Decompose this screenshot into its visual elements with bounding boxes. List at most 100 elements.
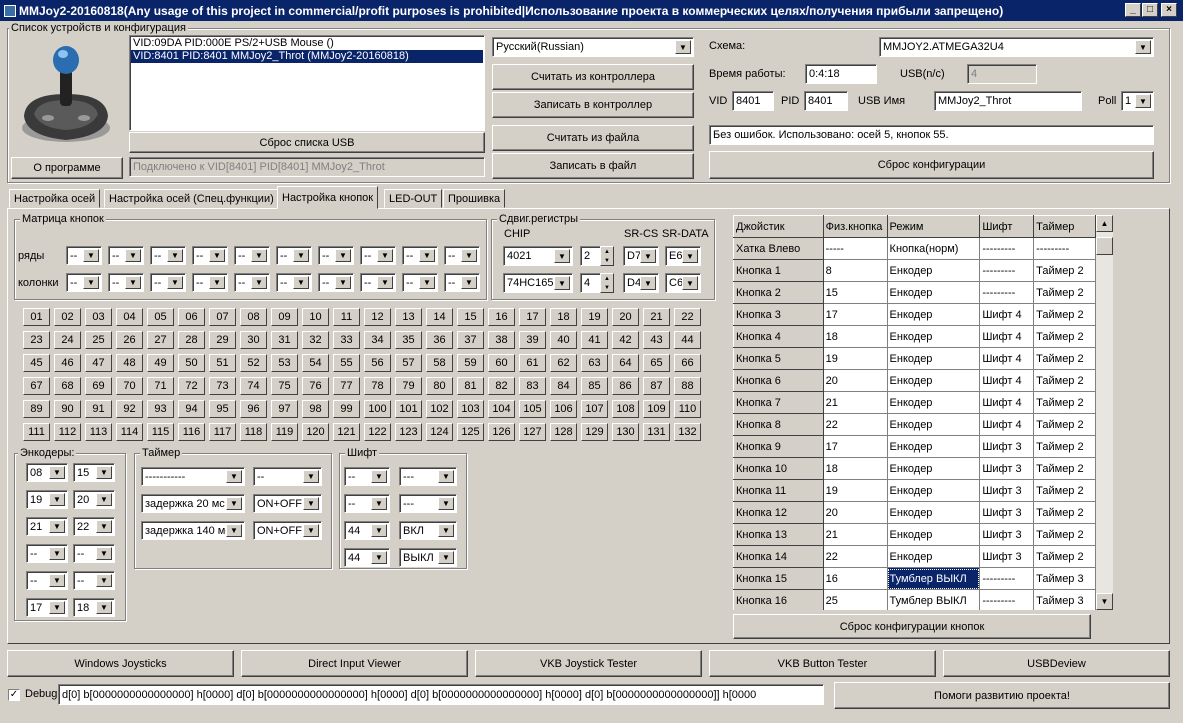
chevron-down-icon[interactable]: ▼ (554, 276, 570, 290)
table-row[interactable]: Кнопка 3 17 Енкодер Шифт 4 Таймер 2 (733, 303, 1096, 326)
table-cell[interactable]: 16 (823, 567, 888, 590)
button-83[interactable]: 83 (519, 377, 546, 395)
table-cell[interactable]: ----- (823, 237, 888, 260)
table-cell[interactable]: --------- (979, 567, 1035, 590)
chevron-down-icon[interactable]: ▼ (293, 276, 309, 289)
button-81[interactable]: 81 (457, 377, 484, 395)
table-cell[interactable]: --------- (979, 589, 1035, 610)
shift-mode-select[interactable]: ВЫКЛ ▼ (399, 548, 457, 567)
table-cell[interactable]: Енкодер (887, 259, 981, 282)
device-list[interactable]: VID:09DA PID:000E PS/2+USB Mouse () VID:… (129, 35, 485, 131)
button-42[interactable]: 42 (612, 331, 639, 349)
button-74[interactable]: 74 (240, 377, 267, 395)
button-05[interactable]: 05 (147, 308, 174, 326)
button-97[interactable]: 97 (271, 400, 298, 418)
button-56[interactable]: 56 (364, 354, 391, 372)
table-cell[interactable]: 20 (823, 369, 888, 392)
table-cell[interactable]: 19 (823, 347, 888, 370)
button-13[interactable]: 13 (395, 308, 422, 326)
button-02[interactable]: 02 (54, 308, 81, 326)
table-cell[interactable]: 17 (823, 435, 888, 458)
table-cell[interactable]: --------- (979, 281, 1035, 304)
button-68[interactable]: 68 (54, 377, 81, 395)
table-row[interactable]: Хатка Влево ----- Кнопка(норм) --------- ---… (733, 237, 1096, 260)
table-cell[interactable]: --------- (979, 259, 1035, 282)
button-22[interactable]: 22 (674, 308, 701, 326)
chevron-down-icon[interactable]: ▼ (83, 276, 99, 289)
button-122[interactable]: 122 (364, 423, 391, 441)
table-cell[interactable]: 21 (823, 391, 888, 414)
matrix-row-select[interactable]: -- ▼ (66, 246, 102, 265)
timer-mode-select[interactable]: ON+OFF ▼ (253, 521, 322, 540)
button-48[interactable]: 48 (116, 354, 143, 372)
scroll-down-icon[interactable]: ▼ (1096, 593, 1113, 610)
chevron-down-icon[interactable]: ▼ (96, 520, 112, 533)
timer-delay-select[interactable]: задержка 20 мс ▼ (141, 494, 245, 513)
matrix-row-select[interactable]: -- ▼ (108, 246, 144, 265)
reset-usb-button[interactable]: Сброс списка USB (129, 132, 485, 153)
tab-led-out[interactable]: LED-OUT (384, 189, 443, 208)
table-cell[interactable]: Шифт 4 (979, 347, 1035, 370)
table-cell[interactable]: Шифт 3 (979, 523, 1035, 546)
button-08[interactable]: 08 (240, 308, 267, 326)
table-cell[interactable]: Таймер 2 (1033, 325, 1096, 348)
button-19[interactable]: 19 (581, 308, 608, 326)
table-cell[interactable]: Енкодер (887, 369, 981, 392)
column-header[interactable]: Шифт (979, 215, 1035, 238)
table-cell[interactable]: Енкодер (887, 457, 981, 480)
encoder-b-select[interactable]: 22 ▼ (73, 517, 115, 536)
tab-axes[interactable]: Настройка осей (9, 189, 101, 208)
usb-name-field[interactable]: MMJoy2_Throt (934, 91, 1082, 111)
button-config-table[interactable]: Джойстик Физ.кнопка Режим Шифт Таймер Хатка В… (733, 215, 1096, 610)
button-130[interactable]: 130 (612, 423, 639, 441)
button-35[interactable]: 35 (395, 331, 422, 349)
table-cell[interactable]: Таймер 2 (1033, 479, 1096, 502)
button-06[interactable]: 06 (178, 308, 205, 326)
tab-buttons[interactable]: Настройка кнопок (277, 186, 379, 209)
button-67[interactable]: 67 (23, 377, 50, 395)
table-row[interactable]: Кнопка 5 19 Енкодер Шифт 4 Таймер 2 (733, 347, 1096, 370)
usbdeview-button[interactable]: USBDeview (943, 650, 1170, 677)
table-cell[interactable]: Тумблер ВЫКЛ (887, 567, 981, 590)
sr1-data-select[interactable]: E6 ▼ (665, 246, 701, 266)
sr1-chip-select[interactable]: 4021 ▼ (503, 246, 573, 266)
table-cell[interactable]: 18 (823, 457, 888, 480)
button-37[interactable]: 37 (457, 331, 484, 349)
button-99[interactable]: 99 (333, 400, 360, 418)
table-cell[interactable]: Шифт 4 (979, 325, 1035, 348)
table-cell[interactable]: 19 (823, 479, 888, 502)
button-25[interactable]: 25 (85, 331, 112, 349)
button-12[interactable]: 12 (364, 308, 391, 326)
read-file-button[interactable]: Считать из файла (492, 125, 694, 151)
encoder-a-select[interactable]: 21 ▼ (26, 517, 68, 536)
button-54[interactable]: 54 (302, 354, 329, 372)
table-row[interactable]: Кнопка 13 21 Енкодер Шифт 3 Таймер 2 (733, 523, 1096, 546)
button-24[interactable]: 24 (54, 331, 81, 349)
button-126[interactable]: 126 (488, 423, 515, 441)
scroll-thumb[interactable] (1096, 237, 1113, 255)
table-cell[interactable]: 17 (823, 303, 888, 326)
chevron-down-icon[interactable]: ▼ (167, 276, 183, 289)
button-107[interactable]: 107 (581, 400, 608, 418)
table-cell[interactable]: Шифт 3 (979, 501, 1035, 524)
reset-config-button[interactable]: Сброс конфигурации (709, 151, 1154, 179)
language-select[interactable]: Русский(Russian) ▼ (492, 37, 694, 57)
matrix-row-select[interactable]: -- ▼ (192, 246, 228, 265)
table-cell[interactable]: Таймер 2 (1033, 523, 1096, 546)
table-row[interactable]: Кнопка 1 8 Енкодер --------- Таймер 2 (733, 259, 1096, 282)
chevron-down-icon[interactable]: ▼ (438, 470, 454, 483)
shift-button-select[interactable]: -- ▼ (344, 494, 390, 513)
encoder-b-select[interactable]: 20 ▼ (73, 490, 115, 509)
table-cell[interactable]: Шифт 3 (979, 457, 1035, 480)
table-row[interactable]: Кнопка 11 19 Енкодер Шифт 3 Таймер 2 (733, 479, 1096, 502)
sr2-count-spinner[interactable]: ▲ ▼ (600, 273, 614, 293)
button-90[interactable]: 90 (54, 400, 81, 418)
button-41[interactable]: 41 (581, 331, 608, 349)
chevron-down-icon[interactable]: ▼ (83, 249, 99, 262)
chevron-down-icon[interactable]: ▼ (96, 601, 112, 614)
shift-button-select[interactable]: 44 ▼ (344, 548, 390, 567)
matrix-row-select[interactable]: -- ▼ (360, 246, 396, 265)
chevron-down-icon[interactable]: ▼ (96, 493, 112, 506)
matrix-col-select[interactable]: -- ▼ (66, 273, 102, 292)
button-121[interactable]: 121 (333, 423, 360, 441)
